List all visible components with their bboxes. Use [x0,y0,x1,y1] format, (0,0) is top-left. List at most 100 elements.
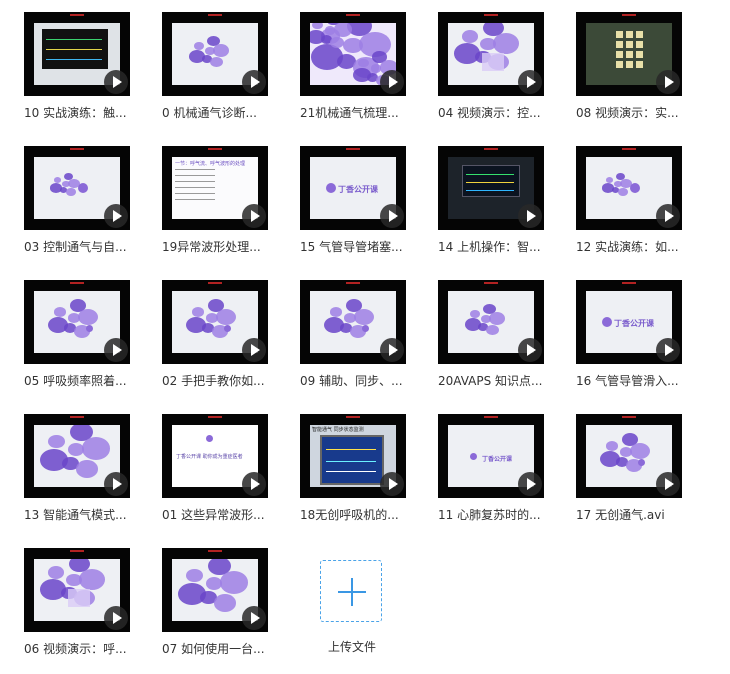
play-icon[interactable] [242,606,266,630]
file-name[interactable]: 08 视频演示：实... [576,104,704,121]
recording-indicator [70,148,84,150]
upload-button[interactable] [320,560,382,622]
video-file-item[interactable]: 03 控制通气与自... [24,146,152,272]
waveform-line [46,59,102,60]
play-icon[interactable] [104,472,128,496]
play-icon[interactable] [242,338,266,362]
file-name[interactable]: 0 机械通气诊断... [162,104,290,121]
file-name[interactable]: 18无创呼吸机的... [300,506,428,523]
flower-petal [358,58,369,68]
video-thumbnail[interactable] [162,548,268,632]
panel-key [616,61,623,68]
video-thumbnail[interactable]: 智能通气 同步状态监测 [300,414,406,498]
flower-petal [354,309,374,325]
play-icon[interactable] [518,70,542,94]
video-file-item[interactable]: 丁香公开课 助你成为重症医者 01 这些异常波形... [162,414,290,540]
file-name[interactable]: 10 实战演练：触... [24,104,152,121]
play-icon[interactable] [380,338,404,362]
play-icon[interactable] [518,204,542,228]
video-thumbnail[interactable] [576,146,682,230]
video-file-item[interactable]: 20AVAPS 知识点... [438,280,566,406]
play-icon[interactable] [104,338,128,362]
waveform-line [175,169,215,170]
play-icon[interactable] [380,472,404,496]
monitor-title: 智能通气 同步状态监测 [312,427,364,433]
video-thumbnail[interactable] [162,280,268,364]
video-thumbnail[interactable] [300,280,406,364]
file-name[interactable]: 06 视频演示：呼... [24,640,152,657]
play-icon[interactable] [380,204,404,228]
video-thumbnail[interactable]: 丁香公开课 [576,280,682,364]
video-thumbnail[interactable]: 丁香公开课 [438,414,544,498]
video-thumbnail[interactable] [576,12,682,96]
video-thumbnail[interactable]: 一节：呼气流、呼气波形的处理 [162,146,268,230]
play-icon[interactable] [104,70,128,94]
file-name[interactable]: 07 如何使用一台... [162,640,290,657]
video-file-item[interactable]: 09 辅助、同步、... [300,280,428,406]
play-icon[interactable] [104,606,128,630]
video-thumbnail[interactable] [24,548,130,632]
file-name[interactable]: 21机械通气梳理... [300,104,428,121]
video-file-item[interactable]: 17 无创通气.avi [576,414,704,540]
logo-icon [362,325,369,332]
video-file-item[interactable]: 丁香公开课 15 气管导管堵塞... [300,146,428,272]
video-thumbnail[interactable] [300,12,406,96]
file-name[interactable]: 02 手把手教你如... [162,372,290,389]
file-name[interactable]: 12 实战演练：如... [576,238,704,255]
video-file-item[interactable]: 05 呼吸频率照着... [24,280,152,406]
file-name[interactable]: 11 心肺复苏时的... [438,506,566,523]
video-thumbnail[interactable]: 丁香公开课 助你成为重症医者 [162,414,268,498]
flower-petal [219,571,248,594]
video-thumbnail[interactable] [24,280,130,364]
video-file-item[interactable]: 10 实战演练：触... [24,12,152,138]
play-icon[interactable] [242,472,266,496]
play-icon[interactable] [656,338,680,362]
play-icon[interactable] [656,204,680,228]
video-file-item[interactable]: 12 实战演练：如... [576,146,704,272]
file-name[interactable]: 14 上机操作：智... [438,238,566,255]
panel-key [616,51,623,58]
video-thumbnail[interactable] [24,414,130,498]
video-file-item[interactable]: 02 手把手教你如... [162,280,290,406]
file-name[interactable]: 04 视频演示：控... [438,104,566,121]
video-thumbnail[interactable]: 丁香公开课 [300,146,406,230]
file-name[interactable]: 15 气管导管堵塞... [300,238,428,255]
video-thumbnail[interactable] [438,146,544,230]
video-thumbnail[interactable] [438,12,544,96]
video-file-item[interactable]: 21机械通气梳理... [300,12,428,138]
video-file-item[interactable]: 丁香公开课 11 心肺复苏时的... [438,414,566,540]
video-file-item[interactable]: 04 视频演示：控... [438,12,566,138]
video-thumbnail[interactable] [24,12,130,96]
video-file-item[interactable]: 08 视频演示：实... [576,12,704,138]
play-icon[interactable] [242,204,266,228]
video-thumbnail[interactable] [576,414,682,498]
video-file-item[interactable]: 06 视频演示：呼... [24,548,152,674]
video-file-item[interactable]: 智能通气 同步状态监测 18无创呼吸机的... [300,414,428,540]
play-icon[interactable] [242,70,266,94]
video-file-item[interactable]: 07 如何使用一台... [162,548,290,674]
play-icon[interactable] [518,472,542,496]
monitor-screen [320,435,384,485]
file-name[interactable]: 16 气管导管滑入... [576,372,704,389]
file-name[interactable]: 20AVAPS 知识点... [438,372,566,389]
video-thumbnail[interactable] [24,146,130,230]
video-file-item[interactable]: 13 智能通气模式... [24,414,152,540]
play-icon[interactable] [656,70,680,94]
file-name[interactable]: 19异常波形处理... [162,238,290,255]
file-name[interactable]: 09 辅助、同步、... [300,372,428,389]
video-thumbnail[interactable] [162,12,268,96]
play-icon[interactable] [104,204,128,228]
play-icon[interactable] [380,70,404,94]
file-name[interactable]: 03 控制通气与自... [24,238,152,255]
video-file-item[interactable]: 一节：呼气流、呼气波形的处理 19异常波形处理... [162,146,290,272]
file-name[interactable]: 13 智能通气模式... [24,506,152,523]
video-file-item[interactable]: 0 机械通气诊断... [162,12,290,138]
video-file-item[interactable]: 丁香公开课 16 气管导管滑入... [576,280,704,406]
play-icon[interactable] [518,338,542,362]
file-name[interactable]: 01 这些异常波形... [162,506,290,523]
video-file-item[interactable]: 14 上机操作：智... [438,146,566,272]
video-thumbnail[interactable] [438,280,544,364]
file-name[interactable]: 17 无创通气.avi [576,506,704,523]
file-name[interactable]: 05 呼吸频率照着... [24,372,152,389]
play-icon[interactable] [656,472,680,496]
